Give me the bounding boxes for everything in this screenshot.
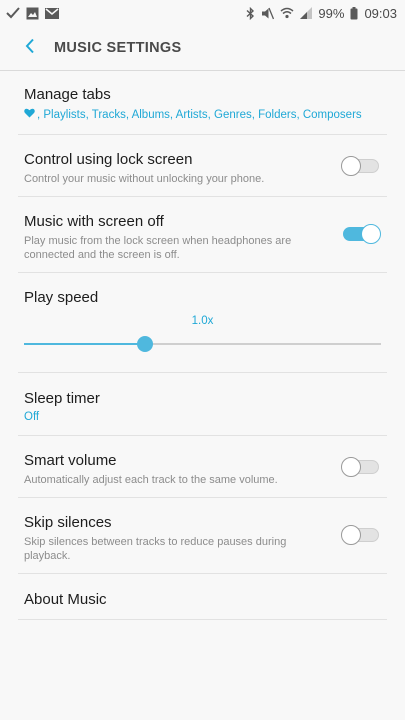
toggle-thumb <box>341 457 361 477</box>
smart-volume-title: Smart volume <box>24 452 117 469</box>
signal-icon <box>300 7 313 19</box>
check-icon <box>6 7 20 19</box>
mute-icon <box>261 7 275 20</box>
manage-tabs-summary: , Playlists, Tracks, Albums, Artists, Ge… <box>24 108 381 121</box>
play-speed-row: Play speed 1.0x <box>0 273 405 373</box>
slider-knob[interactable] <box>137 336 154 352</box>
manage-tabs-title: Manage tabs <box>24 86 111 103</box>
smart-volume-row[interactable]: Smart volume Automatically adjust each t… <box>0 436 405 498</box>
screen-off-toggle[interactable] <box>343 224 381 244</box>
lock-screen-toggle[interactable] <box>341 156 379 176</box>
sleep-timer-value: Off <box>24 411 40 423</box>
gmail-icon <box>45 7 59 19</box>
about-music-row[interactable]: About Music <box>0 574 405 620</box>
smart-volume-subtitle: Automatically adjust each track to the s… <box>24 474 278 486</box>
screen-off-row[interactable]: Music with screen off Play music from th… <box>0 197 405 273</box>
clock: 09:03 <box>364 5 397 21</box>
toggle-thumb <box>341 525 361 545</box>
play-speed-value: 1.0x <box>191 315 214 327</box>
status-bar: 99% 09:03 <box>0 0 405 26</box>
back-button[interactable] <box>8 26 52 70</box>
wifi-icon <box>280 7 294 19</box>
sleep-timer-row[interactable]: Sleep timer Off <box>0 373 405 436</box>
battery-icon <box>350 6 358 20</box>
skip-silences-title: Skip silences <box>24 514 112 531</box>
play-speed-title: Play speed <box>24 289 99 306</box>
chevron-left-icon <box>25 38 35 59</box>
app-header: MUSIC SETTINGS <box>0 26 405 70</box>
manage-tabs-list: , Playlists, Tracks, Albums, Artists, Ge… <box>37 108 362 121</box>
smart-volume-toggle[interactable] <box>341 457 379 477</box>
about-music-title: About Music <box>24 591 107 608</box>
skip-silences-row[interactable]: Skip silences Skip silences between trac… <box>0 498 405 574</box>
heart-icon <box>24 108 35 121</box>
bluetooth-icon <box>246 6 255 20</box>
slider-fill <box>24 343 146 345</box>
toggle-thumb <box>361 224 381 244</box>
manage-tabs-row[interactable]: Manage tabs , Playlists, Tracks, Albums,… <box>0 71 405 135</box>
status-right: 99% 09:03 <box>246 6 397 21</box>
skip-silences-subtitle: Skip silences between tracks to reduce p… <box>24 536 287 562</box>
screen-off-title: Music with screen off <box>24 213 164 230</box>
play-speed-slider[interactable] <box>24 334 381 354</box>
skip-silences-toggle[interactable] <box>341 525 379 545</box>
screen-off-subtitle: Play music from the lock screen when hea… <box>24 235 292 261</box>
settings-list: Manage tabs , Playlists, Tracks, Albums,… <box>0 71 405 620</box>
lock-screen-row[interactable]: Control using lock screen Control your m… <box>0 135 405 197</box>
row-divider <box>18 619 387 620</box>
status-left <box>6 7 59 20</box>
battery-percent: 99% <box>318 5 345 21</box>
page-title: MUSIC SETTINGS <box>54 40 182 56</box>
image-icon <box>26 7 39 20</box>
lock-screen-subtitle: Control your music without unlocking you… <box>24 173 265 185</box>
sleep-timer-title: Sleep timer <box>24 390 100 407</box>
toggle-thumb <box>341 156 361 176</box>
lock-screen-title: Control using lock screen <box>24 151 193 168</box>
